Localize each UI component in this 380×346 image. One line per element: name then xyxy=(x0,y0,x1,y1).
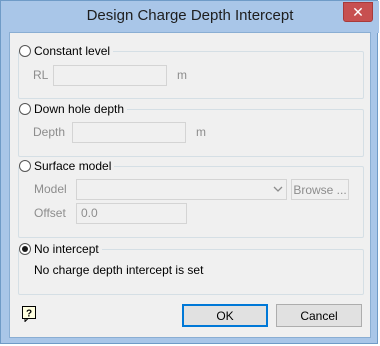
surface-model-group: Surface model Model Browse ... Offset 0.… xyxy=(18,159,364,238)
no-intercept-radio[interactable]: No intercept xyxy=(19,242,102,256)
close-icon: ✕ xyxy=(352,4,364,20)
constant-level-radio[interactable]: Constant level xyxy=(19,44,114,58)
constant-level-label: Constant level xyxy=(34,44,111,58)
depth-unit: m xyxy=(196,125,206,139)
surface-model-label: Surface model xyxy=(34,159,112,173)
dialog-window: Design Charge Depth Intercept ✕ Constant… xyxy=(0,0,379,344)
rl-unit: m xyxy=(177,68,187,82)
down-hole-depth-label: Down hole depth xyxy=(34,102,125,116)
surface-model-radio[interactable]: Surface model xyxy=(19,159,115,173)
close-button[interactable]: ✕ xyxy=(343,2,373,22)
depth-label: Depth xyxy=(33,125,66,139)
model-dropdown[interactable] xyxy=(76,179,287,200)
svg-text:?: ? xyxy=(26,309,32,320)
rl-label: RL xyxy=(33,68,49,82)
constant-level-group: Constant level RL m xyxy=(18,44,364,99)
no-intercept-label: No intercept xyxy=(34,242,99,256)
rl-input[interactable] xyxy=(53,65,167,86)
cancel-button[interactable]: Cancel xyxy=(276,304,362,327)
down-hole-depth-group: Down hole depth Depth m xyxy=(18,102,364,157)
model-label: Model xyxy=(34,182,67,196)
no-intercept-message: No charge depth intercept is set xyxy=(34,263,204,277)
help-icon[interactable]: ? xyxy=(22,306,36,322)
offset-input[interactable]: 0.0 xyxy=(76,203,187,224)
window-title: Design Charge Depth Intercept xyxy=(86,7,294,24)
dialog-body: Constant level RL m Down hole depth Dept… xyxy=(9,32,371,338)
browse-button[interactable]: Browse ... xyxy=(291,179,349,200)
radio-button-unchecked[interactable] xyxy=(19,160,31,172)
radio-button-unchecked[interactable] xyxy=(19,103,31,115)
radio-button-unchecked[interactable] xyxy=(19,45,31,57)
radio-button-checked[interactable] xyxy=(19,243,31,255)
down-hole-depth-radio[interactable]: Down hole depth xyxy=(19,102,128,116)
title-bar[interactable]: Design Charge Depth Intercept ✕ xyxy=(1,1,379,33)
no-intercept-group: No intercept No charge depth intercept i… xyxy=(18,242,364,295)
ok-button[interactable]: OK xyxy=(182,304,268,327)
depth-input[interactable] xyxy=(72,122,186,143)
chevron-down-icon xyxy=(273,186,283,192)
offset-label: Offset xyxy=(34,206,66,220)
